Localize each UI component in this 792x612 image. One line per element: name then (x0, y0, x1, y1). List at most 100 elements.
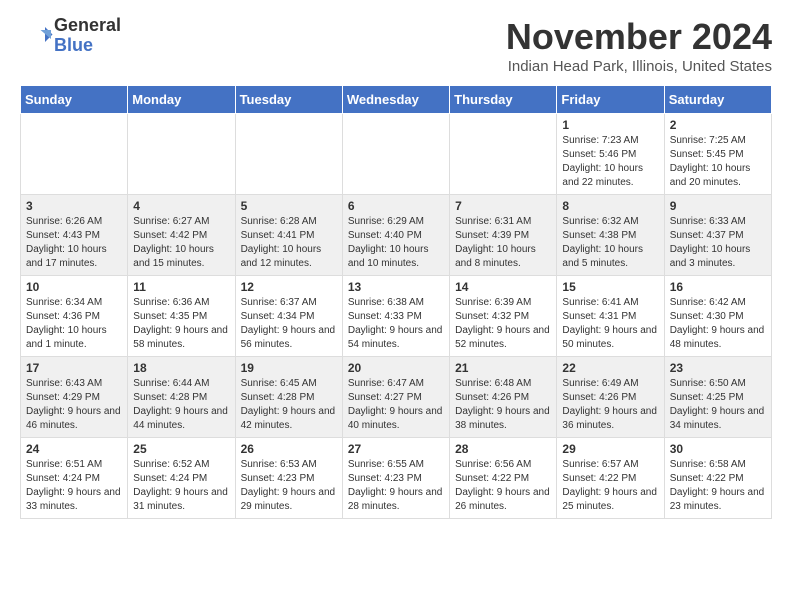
calendar-cell: 11 Sunrise: 6:36 AM Sunset: 4:35 PM Dayli… (128, 276, 235, 357)
day-info: Sunrise: 6:34 AM Sunset: 4:36 PM Dayligh… (26, 296, 122, 352)
calendar-cell: 7 Sunrise: 6:31 AM Sunset: 4:39 PM Daylig… (450, 195, 557, 276)
calendar-cell (235, 114, 342, 195)
page-header: General Blue November 2024 Indian Head P… (20, 16, 772, 75)
day-number: 27 (348, 442, 444, 456)
calendar-cell: 27Sunrise: 6:55 AM Sunset: 4:23 PM Dayli… (342, 438, 449, 519)
day-number: 11 (133, 280, 229, 294)
calendar-cell: 23 Sunrise: 6:50 AM Sunset: 4:25 PM Dayli… (664, 357, 771, 438)
day-number: 8 (562, 199, 658, 213)
calendar-cell (128, 114, 235, 195)
calendar-cell: 24Sunrise: 6:51 AM Sunset: 4:24 PM Dayli… (21, 438, 128, 519)
calendar-cell: 12 Sunrise: 6:37 AM Sunset: 4:34 PM Dayli… (235, 276, 342, 357)
location-title: Indian Head Park, Illinois, United State… (506, 58, 772, 75)
calendar-cell: 29 Sunrise: 6:57 AM Sunset: 4:22 PM Dayli… (557, 438, 664, 519)
day-number: 4 (133, 199, 229, 213)
day-info: Sunrise: 6:37 AM Sunset: 4:34 PM Dayligh… (241, 296, 337, 352)
calendar-cell: 5 Sunrise: 6:28 AM Sunset: 4:41 PM Daylig… (235, 195, 342, 276)
calendar-cell: 4 Sunrise: 6:27 AM Sunset: 4:42 PM Daylig… (128, 195, 235, 276)
day-info: Sunrise: 6:39 AM Sunset: 4:32 PM Dayligh… (455, 296, 551, 352)
weekday-header-thursday: Thursday (450, 86, 557, 114)
day-info: Sunrise: 7:23 AM Sunset: 5:46 PM Dayligh… (562, 134, 658, 190)
calendar-cell: 14 Sunrise: 6:39 AM Sunset: 4:32 PM Dayli… (450, 276, 557, 357)
day-number: 25 (133, 442, 229, 456)
calendar-cell: 20 Sunrise: 6:47 AM Sunset: 4:27 PM Dayli… (342, 357, 449, 438)
day-number: 29 (562, 442, 658, 456)
day-info: Sunrise: 6:56 AM Sunset: 4:22 PM Dayligh… (455, 458, 551, 514)
calendar-cell: 15 Sunrise: 6:41 AM Sunset: 4:31 PM Dayli… (557, 276, 664, 357)
calendar-cell (21, 114, 128, 195)
logo-line1: General (54, 16, 121, 36)
day-info: Sunrise: 6:52 AM Sunset: 4:24 PM Dayligh… (133, 458, 229, 514)
weekday-header-sunday: Sunday (21, 86, 128, 114)
calendar-cell: 6Sunrise: 6:29 AM Sunset: 4:40 PM Daylig… (342, 195, 449, 276)
day-number: 12 (241, 280, 337, 294)
day-info: Sunrise: 7:25 AM Sunset: 5:45 PM Dayligh… (670, 134, 766, 190)
calendar-cell: 17Sunrise: 6:43 AM Sunset: 4:29 PM Dayli… (21, 357, 128, 438)
calendar-cell: 8 Sunrise: 6:32 AM Sunset: 4:38 PM Daylig… (557, 195, 664, 276)
calendar-table: SundayMondayTuesdayWednesdayThursdayFrid… (20, 85, 772, 519)
day-number: 30 (670, 442, 766, 456)
weekday-header-friday: Friday (557, 86, 664, 114)
day-info: Sunrise: 6:38 AM Sunset: 4:33 PM Dayligh… (348, 296, 444, 352)
day-number: 3 (26, 199, 122, 213)
calendar-row-4: 24Sunrise: 6:51 AM Sunset: 4:24 PM Dayli… (21, 438, 772, 519)
day-number: 7 (455, 199, 551, 213)
day-info: Sunrise: 6:57 AM Sunset: 4:22 PM Dayligh… (562, 458, 658, 514)
calendar-cell: 18 Sunrise: 6:44 AM Sunset: 4:28 PM Dayli… (128, 357, 235, 438)
day-number: 9 (670, 199, 766, 213)
calendar-row-2: 10 Sunrise: 6:34 AM Sunset: 4:36 PM Dayli… (21, 276, 772, 357)
day-info: Sunrise: 6:53 AM Sunset: 4:23 PM Dayligh… (241, 458, 337, 514)
month-title: November 2024 (506, 16, 772, 58)
calendar-row-1: 3Sunrise: 6:26 AM Sunset: 4:43 PM Daylig… (21, 195, 772, 276)
calendar-cell: 13 Sunrise: 6:38 AM Sunset: 4:33 PM Dayli… (342, 276, 449, 357)
logo: General Blue (20, 16, 121, 56)
calendar-cell: 3Sunrise: 6:26 AM Sunset: 4:43 PM Daylig… (21, 195, 128, 276)
day-number: 22 (562, 361, 658, 375)
logo-line2: Blue (54, 36, 121, 56)
day-number: 18 (133, 361, 229, 375)
day-info: Sunrise: 6:41 AM Sunset: 4:31 PM Dayligh… (562, 296, 658, 352)
day-number: 23 (670, 361, 766, 375)
day-info: Sunrise: 6:48 AM Sunset: 4:26 PM Dayligh… (455, 377, 551, 433)
day-info: Sunrise: 6:31 AM Sunset: 4:39 PM Dayligh… (455, 215, 551, 271)
day-number: 21 (455, 361, 551, 375)
day-info: Sunrise: 6:32 AM Sunset: 4:38 PM Dayligh… (562, 215, 658, 271)
weekday-header-saturday: Saturday (664, 86, 771, 114)
day-info: Sunrise: 6:47 AM Sunset: 4:27 PM Dayligh… (348, 377, 444, 433)
day-number: 20 (348, 361, 444, 375)
weekday-header-wednesday: Wednesday (342, 86, 449, 114)
day-info: Sunrise: 6:33 AM Sunset: 4:37 PM Dayligh… (670, 215, 766, 271)
day-info: Sunrise: 6:27 AM Sunset: 4:42 PM Dayligh… (133, 215, 229, 271)
calendar-cell: 30Sunrise: 6:58 AM Sunset: 4:22 PM Dayli… (664, 438, 771, 519)
day-number: 13 (348, 280, 444, 294)
day-number: 16 (670, 280, 766, 294)
day-number: 2 (670, 118, 766, 132)
day-number: 10 (26, 280, 122, 294)
calendar-cell: 21 Sunrise: 6:48 AM Sunset: 4:26 PM Dayli… (450, 357, 557, 438)
title-area: November 2024 Indian Head Park, Illinois… (506, 16, 772, 75)
calendar-cell: 19Sunrise: 6:45 AM Sunset: 4:28 PM Dayli… (235, 357, 342, 438)
day-info: Sunrise: 6:50 AM Sunset: 4:25 PM Dayligh… (670, 377, 766, 433)
weekday-header-tuesday: Tuesday (235, 86, 342, 114)
calendar-row-0: 1Sunrise: 7:23 AM Sunset: 5:46 PM Daylig… (21, 114, 772, 195)
calendar-cell (342, 114, 449, 195)
day-number: 24 (26, 442, 122, 456)
calendar-cell: 28Sunrise: 6:56 AM Sunset: 4:22 PM Dayli… (450, 438, 557, 519)
calendar-cell: 25 Sunrise: 6:52 AM Sunset: 4:24 PM Dayli… (128, 438, 235, 519)
logo-text: General Blue (54, 16, 121, 56)
calendar-cell: 16Sunrise: 6:42 AM Sunset: 4:30 PM Dayli… (664, 276, 771, 357)
day-number: 15 (562, 280, 658, 294)
day-number: 19 (241, 361, 337, 375)
day-info: Sunrise: 6:36 AM Sunset: 4:35 PM Dayligh… (133, 296, 229, 352)
day-info: Sunrise: 6:44 AM Sunset: 4:28 PM Dayligh… (133, 377, 229, 433)
calendar-cell: 22Sunrise: 6:49 AM Sunset: 4:26 PM Dayli… (557, 357, 664, 438)
calendar-cell: 2 Sunrise: 7:25 AM Sunset: 5:45 PM Daylig… (664, 114, 771, 195)
day-info: Sunrise: 6:43 AM Sunset: 4:29 PM Dayligh… (26, 377, 122, 433)
calendar-cell: 9 Sunrise: 6:33 AM Sunset: 4:37 PM Daylig… (664, 195, 771, 276)
day-number: 26 (241, 442, 337, 456)
calendar-cell: 1Sunrise: 7:23 AM Sunset: 5:46 PM Daylig… (557, 114, 664, 195)
day-number: 5 (241, 199, 337, 213)
day-number: 6 (348, 199, 444, 213)
day-info: Sunrise: 6:28 AM Sunset: 4:41 PM Dayligh… (241, 215, 337, 271)
day-number: 14 (455, 280, 551, 294)
